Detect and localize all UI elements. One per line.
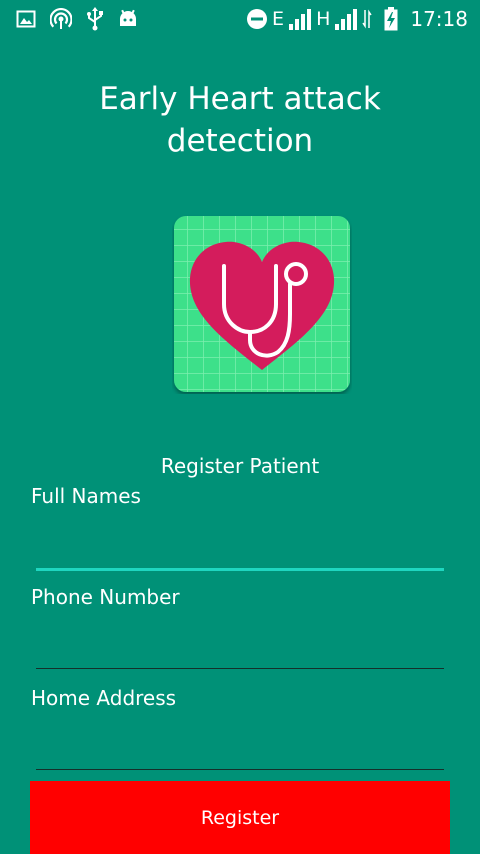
signal-icon bbox=[288, 8, 312, 30]
network-type-h: H bbox=[316, 8, 331, 30]
network-type-e: E bbox=[272, 8, 285, 30]
clock: 17:18 bbox=[410, 7, 468, 31]
status-bar-notifications bbox=[16, 6, 138, 32]
phone-number-input[interactable] bbox=[36, 628, 444, 669]
android-debug-icon bbox=[118, 8, 138, 30]
signal-icon bbox=[334, 8, 358, 30]
section-label: Register Patient bbox=[160, 454, 320, 478]
status-bar-system: E H 17:18 bbox=[246, 6, 468, 32]
status-bar: E H 17:18 bbox=[0, 0, 480, 38]
usb-icon bbox=[86, 7, 104, 31]
home-address-input[interactable] bbox=[36, 729, 444, 770]
register-button[interactable]: Register bbox=[30, 781, 450, 854]
phone-number-label: Phone Number bbox=[31, 585, 180, 609]
heart-stethoscope-icon bbox=[172, 214, 352, 394]
battery-charging-icon bbox=[384, 7, 398, 31]
home-address-label: Home Address bbox=[31, 686, 177, 710]
hotspot-icon bbox=[50, 8, 72, 30]
full-names-input[interactable] bbox=[36, 528, 444, 571]
image-icon bbox=[16, 9, 36, 29]
full-names-label: Full Names bbox=[31, 484, 141, 508]
sync-icon bbox=[362, 8, 372, 30]
do-not-disturb-icon bbox=[246, 8, 268, 30]
page-title: Early Heart attack detection bbox=[99, 81, 381, 159]
